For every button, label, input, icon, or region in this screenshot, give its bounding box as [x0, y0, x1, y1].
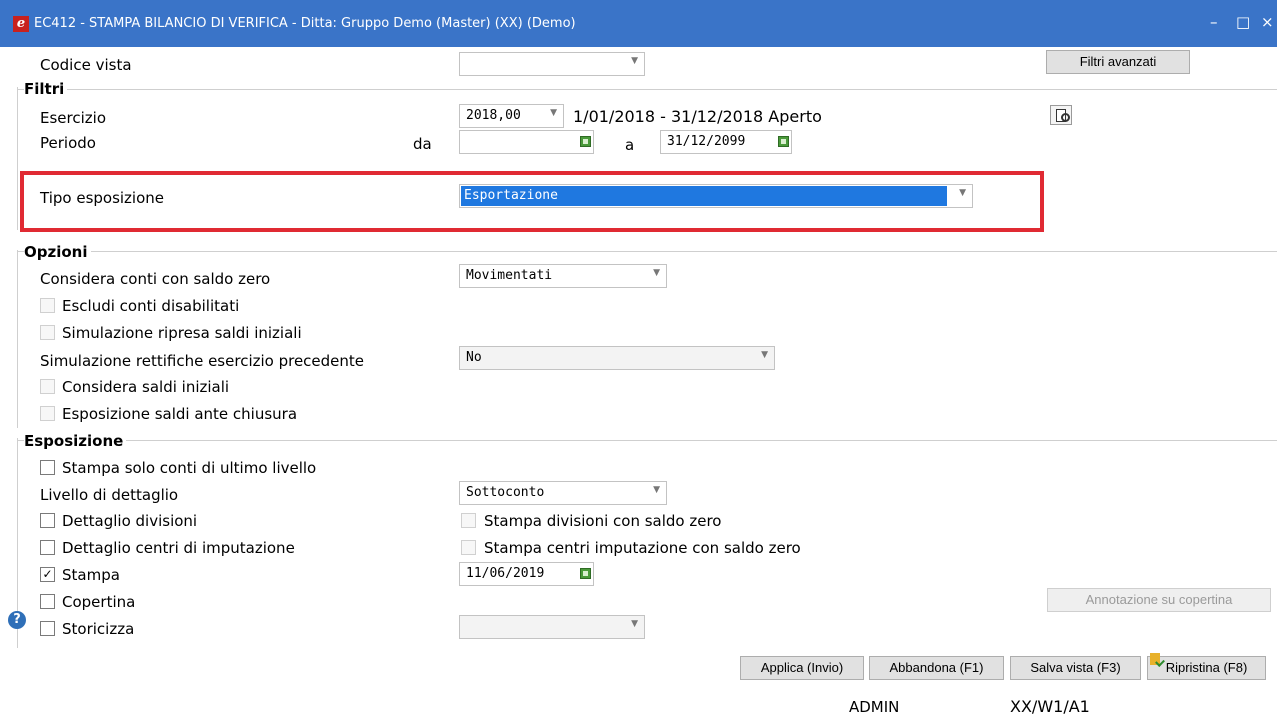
escludi-disabilitati-label: Escludi conti disabilitati	[62, 297, 240, 315]
chevron-down-icon: ▼	[550, 108, 557, 118]
dettaglio-centri-checkbox[interactable]	[40, 540, 55, 555]
periodo-label: Periodo	[40, 134, 96, 152]
codice-vista-label: Codice vista	[40, 56, 132, 74]
dettaglio-divisioni-checkbox[interactable]	[40, 513, 55, 528]
considera-saldi-iniziali-label: Considera saldi iniziali	[62, 378, 230, 396]
chevron-down-icon: ▼	[653, 268, 660, 278]
calendar-icon[interactable]	[580, 136, 591, 147]
esercizio-info: 1/01/2018 - 31/12/2018 Aperto	[573, 107, 822, 126]
codice-vista-combo[interactable]: ▼	[459, 52, 645, 76]
status-check-icon	[1150, 653, 1160, 665]
stampa-centri-zero-label: Stampa centri imputazione con saldo zero	[484, 539, 801, 557]
abbandona-button[interactable]: Abbandona (F1)	[869, 656, 1004, 680]
stampa-label: Stampa	[62, 566, 120, 584]
status-terminal: XX/W1/A1	[1010, 697, 1090, 716]
esposizione-section-title: Esposizione	[24, 431, 127, 451]
calendar-icon[interactable]	[778, 136, 789, 147]
stampa-date-field[interactable]: 11/06/2019	[459, 562, 594, 586]
storicizza-checkbox[interactable]	[40, 621, 55, 636]
filtri-section-title: Filtri	[24, 79, 68, 99]
considera-saldi-iniziali-checkbox[interactable]	[40, 379, 55, 394]
window-title: EC412 - STAMPA BILANCIO DI VERIFICA - Di…	[34, 16, 576, 31]
maximize-button[interactable]: □	[1236, 12, 1250, 32]
status-user: ADMIN	[849, 698, 900, 716]
rettifiche-value: No	[466, 350, 482, 365]
ripristina-button[interactable]: Ripristina (F8)	[1147, 656, 1266, 680]
copertina-label: Copertina	[62, 593, 136, 611]
periodo-a-label: a	[625, 136, 635, 154]
stampa-centri-zero-checkbox[interactable]	[461, 540, 476, 555]
title-bar: e EC412 - STAMPA BILANCIO DI VERIFICA - …	[0, 0, 1277, 47]
filtri-frame-left	[17, 87, 18, 230]
stampa-date-value: 11/06/2019	[466, 566, 545, 581]
applica-button[interactable]: Applica (Invio)	[740, 656, 864, 680]
periodo-da-label: da	[413, 135, 432, 153]
stampa-divisioni-zero-checkbox[interactable]	[461, 513, 476, 528]
saldo-zero-combo[interactable]: Movimentati ▼	[459, 264, 667, 288]
saldo-zero-label: Considera conti con saldo zero	[40, 270, 271, 288]
dettaglio-centri-label: Dettaglio centri di imputazione	[62, 539, 295, 557]
livello-dettaglio-combo[interactable]: Sottoconto ▼	[459, 481, 667, 505]
preview-icon[interactable]	[1050, 105, 1072, 125]
storicizza-label: Storicizza	[62, 620, 135, 638]
app-logo-icon: e	[13, 16, 29, 32]
opzioni-frame-left	[17, 250, 18, 428]
form-area: Codice vista ▼ Filtri avanzati Filtri Es…	[0, 47, 1277, 716]
tipo-esposizione-label: Tipo esposizione	[40, 189, 165, 207]
esercizio-label: Esercizio	[40, 109, 106, 127]
stampa-checkbox[interactable]: ✓	[40, 567, 55, 582]
rettifiche-combo[interactable]: No ▼	[459, 346, 775, 370]
esercizio-value: 2018,00	[466, 108, 521, 123]
periodo-a-value: 31/12/2099	[667, 134, 746, 149]
close-button[interactable]: ×	[1261, 12, 1274, 32]
filtri-frame-top	[17, 89, 1277, 90]
chevron-down-icon: ▼	[959, 188, 966, 198]
chevron-down-icon: ▼	[631, 619, 638, 629]
tipo-esposizione-value: Esportazione	[464, 188, 558, 203]
help-icon[interactable]: ?	[8, 611, 26, 629]
filtri-avanzati-button[interactable]: Filtri avanzati	[1046, 50, 1190, 74]
simulazione-ripresa-checkbox[interactable]	[40, 325, 55, 340]
dettaglio-divisioni-label: Dettaglio divisioni	[62, 512, 198, 530]
saldi-ante-chiusura-checkbox[interactable]	[40, 406, 55, 421]
rettifiche-label: Simulazione rettifiche esercizio precede…	[40, 352, 365, 370]
saldo-zero-value: Movimentati	[466, 268, 553, 283]
chevron-down-icon: ▼	[653, 485, 660, 495]
periodo-da-field[interactable]	[459, 130, 594, 154]
copertina-checkbox[interactable]	[40, 594, 55, 609]
periodo-a-field[interactable]: 31/12/2099	[660, 130, 792, 154]
tipo-esposizione-combo[interactable]: Esportazione ▼	[459, 184, 973, 208]
simulazione-ripresa-label: Simulazione ripresa saldi iniziali	[62, 324, 302, 342]
escludi-disabilitati-checkbox[interactable]	[40, 298, 55, 313]
minimize-button[interactable]: –	[1210, 12, 1218, 32]
ultimo-livello-label: Stampa solo conti di ultimo livello	[62, 459, 317, 477]
esposizione-frame-top	[17, 440, 1277, 441]
storicizza-combo[interactable]: ▼	[459, 615, 645, 639]
livello-dettaglio-value: Sottoconto	[466, 485, 545, 500]
calendar-icon[interactable]	[580, 568, 591, 579]
opzioni-frame-top	[17, 251, 1277, 252]
esercizio-combo[interactable]: 2018,00 ▼	[459, 104, 564, 128]
saldi-ante-chiusura-label: Esposizione saldi ante chiusura	[62, 405, 298, 423]
livello-dettaglio-label: Livello di dettaglio	[40, 486, 179, 504]
chevron-down-icon: ▼	[631, 56, 638, 66]
opzioni-section-title: Opzioni	[24, 242, 91, 262]
stampa-divisioni-zero-label: Stampa divisioni con saldo zero	[484, 512, 722, 530]
ultimo-livello-checkbox[interactable]	[40, 460, 55, 475]
chevron-down-icon: ▼	[761, 350, 768, 360]
salva-vista-button[interactable]: Salva vista (F3)	[1010, 656, 1141, 680]
annotazione-copertina-button[interactable]: Annotazione su copertina	[1047, 588, 1271, 612]
